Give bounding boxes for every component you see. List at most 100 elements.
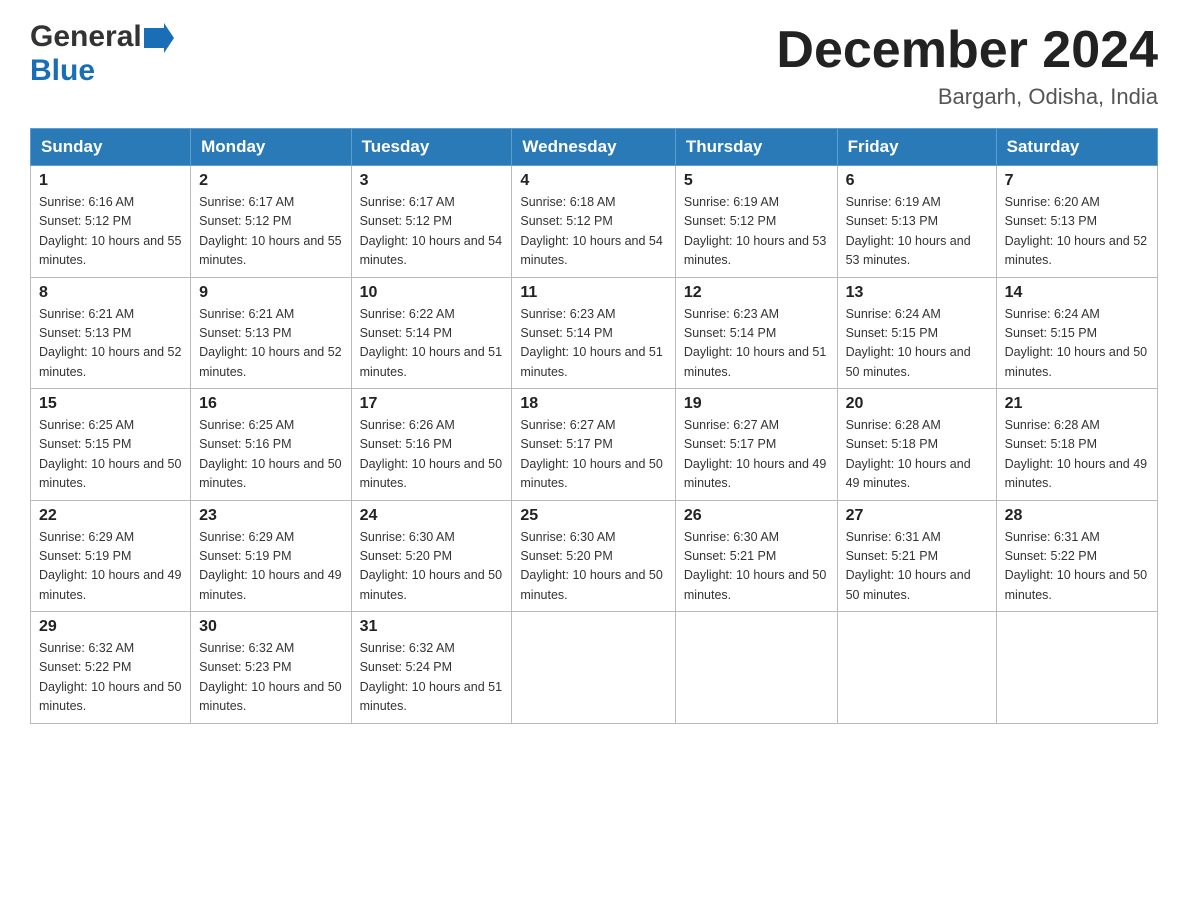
calendar-week-5: 29 Sunrise: 6:32 AMSunset: 5:22 PMDaylig… (31, 612, 1158, 724)
day-number: 20 (846, 395, 988, 413)
day-number: 24 (360, 507, 504, 525)
table-row: 10 Sunrise: 6:22 AMSunset: 5:14 PMDaylig… (351, 277, 512, 389)
logo-general-text: General (30, 20, 142, 54)
day-info: Sunrise: 6:29 AMSunset: 5:19 PMDaylight:… (39, 530, 181, 602)
day-info: Sunrise: 6:31 AMSunset: 5:21 PMDaylight:… (846, 530, 971, 602)
table-row: 31 Sunrise: 6:32 AMSunset: 5:24 PMDaylig… (351, 612, 512, 724)
day-info: Sunrise: 6:25 AMSunset: 5:15 PMDaylight:… (39, 418, 181, 490)
header-friday: Friday (837, 129, 996, 166)
table-row (512, 612, 676, 724)
calendar-week-3: 15 Sunrise: 6:25 AMSunset: 5:15 PMDaylig… (31, 389, 1158, 501)
table-row: 25 Sunrise: 6:30 AMSunset: 5:20 PMDaylig… (512, 500, 676, 612)
table-row (996, 612, 1157, 724)
table-row: 28 Sunrise: 6:31 AMSunset: 5:22 PMDaylig… (996, 500, 1157, 612)
day-number: 22 (39, 507, 182, 525)
day-number: 2 (199, 172, 342, 190)
table-row: 20 Sunrise: 6:28 AMSunset: 5:18 PMDaylig… (837, 389, 996, 501)
table-row: 22 Sunrise: 6:29 AMSunset: 5:19 PMDaylig… (31, 500, 191, 612)
day-info: Sunrise: 6:19 AMSunset: 5:12 PMDaylight:… (684, 195, 826, 267)
day-number: 31 (360, 618, 504, 636)
table-row: 27 Sunrise: 6:31 AMSunset: 5:21 PMDaylig… (837, 500, 996, 612)
day-number: 28 (1005, 507, 1149, 525)
table-row: 18 Sunrise: 6:27 AMSunset: 5:17 PMDaylig… (512, 389, 676, 501)
day-number: 17 (360, 395, 504, 413)
day-info: Sunrise: 6:28 AMSunset: 5:18 PMDaylight:… (846, 418, 971, 490)
day-number: 4 (520, 172, 667, 190)
day-number: 13 (846, 284, 988, 302)
logo-arrow-icon (144, 23, 174, 53)
day-number: 9 (199, 284, 342, 302)
table-row: 15 Sunrise: 6:25 AMSunset: 5:15 PMDaylig… (31, 389, 191, 501)
table-row: 3 Sunrise: 6:17 AMSunset: 5:12 PMDayligh… (351, 166, 512, 278)
day-info: Sunrise: 6:26 AMSunset: 5:16 PMDaylight:… (360, 418, 502, 490)
calendar-table: Sunday Monday Tuesday Wednesday Thursday… (30, 128, 1158, 724)
day-number: 6 (846, 172, 988, 190)
table-row: 6 Sunrise: 6:19 AMSunset: 5:13 PMDayligh… (837, 166, 996, 278)
day-info: Sunrise: 6:19 AMSunset: 5:13 PMDaylight:… (846, 195, 971, 267)
calendar-week-1: 1 Sunrise: 6:16 AMSunset: 5:12 PMDayligh… (31, 166, 1158, 278)
table-row: 13 Sunrise: 6:24 AMSunset: 5:15 PMDaylig… (837, 277, 996, 389)
day-info: Sunrise: 6:21 AMSunset: 5:13 PMDaylight:… (199, 307, 341, 379)
day-number: 14 (1005, 284, 1149, 302)
logo: General Blue (30, 20, 174, 88)
day-number: 18 (520, 395, 667, 413)
table-row: 21 Sunrise: 6:28 AMSunset: 5:18 PMDaylig… (996, 389, 1157, 501)
table-row: 8 Sunrise: 6:21 AMSunset: 5:13 PMDayligh… (31, 277, 191, 389)
calendar-header-row: Sunday Monday Tuesday Wednesday Thursday… (31, 129, 1158, 166)
table-row: 16 Sunrise: 6:25 AMSunset: 5:16 PMDaylig… (191, 389, 351, 501)
day-info: Sunrise: 6:32 AMSunset: 5:22 PMDaylight:… (39, 641, 181, 713)
day-info: Sunrise: 6:24 AMSunset: 5:15 PMDaylight:… (1005, 307, 1147, 379)
day-number: 1 (39, 172, 182, 190)
calendar-week-4: 22 Sunrise: 6:29 AMSunset: 5:19 PMDaylig… (31, 500, 1158, 612)
table-row: 1 Sunrise: 6:16 AMSunset: 5:12 PMDayligh… (31, 166, 191, 278)
table-row (837, 612, 996, 724)
day-info: Sunrise: 6:27 AMSunset: 5:17 PMDaylight:… (520, 418, 662, 490)
table-row: 17 Sunrise: 6:26 AMSunset: 5:16 PMDaylig… (351, 389, 512, 501)
header-monday: Monday (191, 129, 351, 166)
day-info: Sunrise: 6:32 AMSunset: 5:24 PMDaylight:… (360, 641, 502, 713)
day-number: 3 (360, 172, 504, 190)
day-info: Sunrise: 6:20 AMSunset: 5:13 PMDaylight:… (1005, 195, 1147, 267)
day-info: Sunrise: 6:27 AMSunset: 5:17 PMDaylight:… (684, 418, 826, 490)
table-row: 23 Sunrise: 6:29 AMSunset: 5:19 PMDaylig… (191, 500, 351, 612)
day-info: Sunrise: 6:17 AMSunset: 5:12 PMDaylight:… (360, 195, 502, 267)
day-info: Sunrise: 6:31 AMSunset: 5:22 PMDaylight:… (1005, 530, 1147, 602)
day-info: Sunrise: 6:21 AMSunset: 5:13 PMDaylight:… (39, 307, 181, 379)
day-info: Sunrise: 6:23 AMSunset: 5:14 PMDaylight:… (520, 307, 662, 379)
day-info: Sunrise: 6:32 AMSunset: 5:23 PMDaylight:… (199, 641, 341, 713)
day-number: 19 (684, 395, 829, 413)
table-row: 5 Sunrise: 6:19 AMSunset: 5:12 PMDayligh… (675, 166, 837, 278)
calendar-week-2: 8 Sunrise: 6:21 AMSunset: 5:13 PMDayligh… (31, 277, 1158, 389)
header-tuesday: Tuesday (351, 129, 512, 166)
day-info: Sunrise: 6:18 AMSunset: 5:12 PMDaylight:… (520, 195, 662, 267)
day-info: Sunrise: 6:29 AMSunset: 5:19 PMDaylight:… (199, 530, 341, 602)
table-row: 24 Sunrise: 6:30 AMSunset: 5:20 PMDaylig… (351, 500, 512, 612)
table-row: 29 Sunrise: 6:32 AMSunset: 5:22 PMDaylig… (31, 612, 191, 724)
day-number: 11 (520, 284, 667, 302)
table-row: 4 Sunrise: 6:18 AMSunset: 5:12 PMDayligh… (512, 166, 676, 278)
table-row: 26 Sunrise: 6:30 AMSunset: 5:21 PMDaylig… (675, 500, 837, 612)
day-number: 30 (199, 618, 342, 636)
day-number: 15 (39, 395, 182, 413)
day-number: 26 (684, 507, 829, 525)
day-info: Sunrise: 6:25 AMSunset: 5:16 PMDaylight:… (199, 418, 341, 490)
page-header: General Blue December 2024 Bargarh, Odis… (30, 20, 1158, 110)
day-number: 12 (684, 284, 829, 302)
day-info: Sunrise: 6:28 AMSunset: 5:18 PMDaylight:… (1005, 418, 1147, 490)
day-number: 29 (39, 618, 182, 636)
day-number: 5 (684, 172, 829, 190)
header-thursday: Thursday (675, 129, 837, 166)
table-row: 30 Sunrise: 6:32 AMSunset: 5:23 PMDaylig… (191, 612, 351, 724)
table-row: 19 Sunrise: 6:27 AMSunset: 5:17 PMDaylig… (675, 389, 837, 501)
day-info: Sunrise: 6:16 AMSunset: 5:12 PMDaylight:… (39, 195, 181, 267)
logo-blue-text: Blue (30, 54, 95, 87)
table-row: 11 Sunrise: 6:23 AMSunset: 5:14 PMDaylig… (512, 277, 676, 389)
day-number: 10 (360, 284, 504, 302)
title-block: December 2024 Bargarh, Odisha, India (776, 20, 1158, 110)
day-info: Sunrise: 6:17 AMSunset: 5:12 PMDaylight:… (199, 195, 341, 267)
day-number: 27 (846, 507, 988, 525)
table-row (675, 612, 837, 724)
day-number: 8 (39, 284, 182, 302)
calendar-title: December 2024 (776, 20, 1158, 80)
day-number: 23 (199, 507, 342, 525)
